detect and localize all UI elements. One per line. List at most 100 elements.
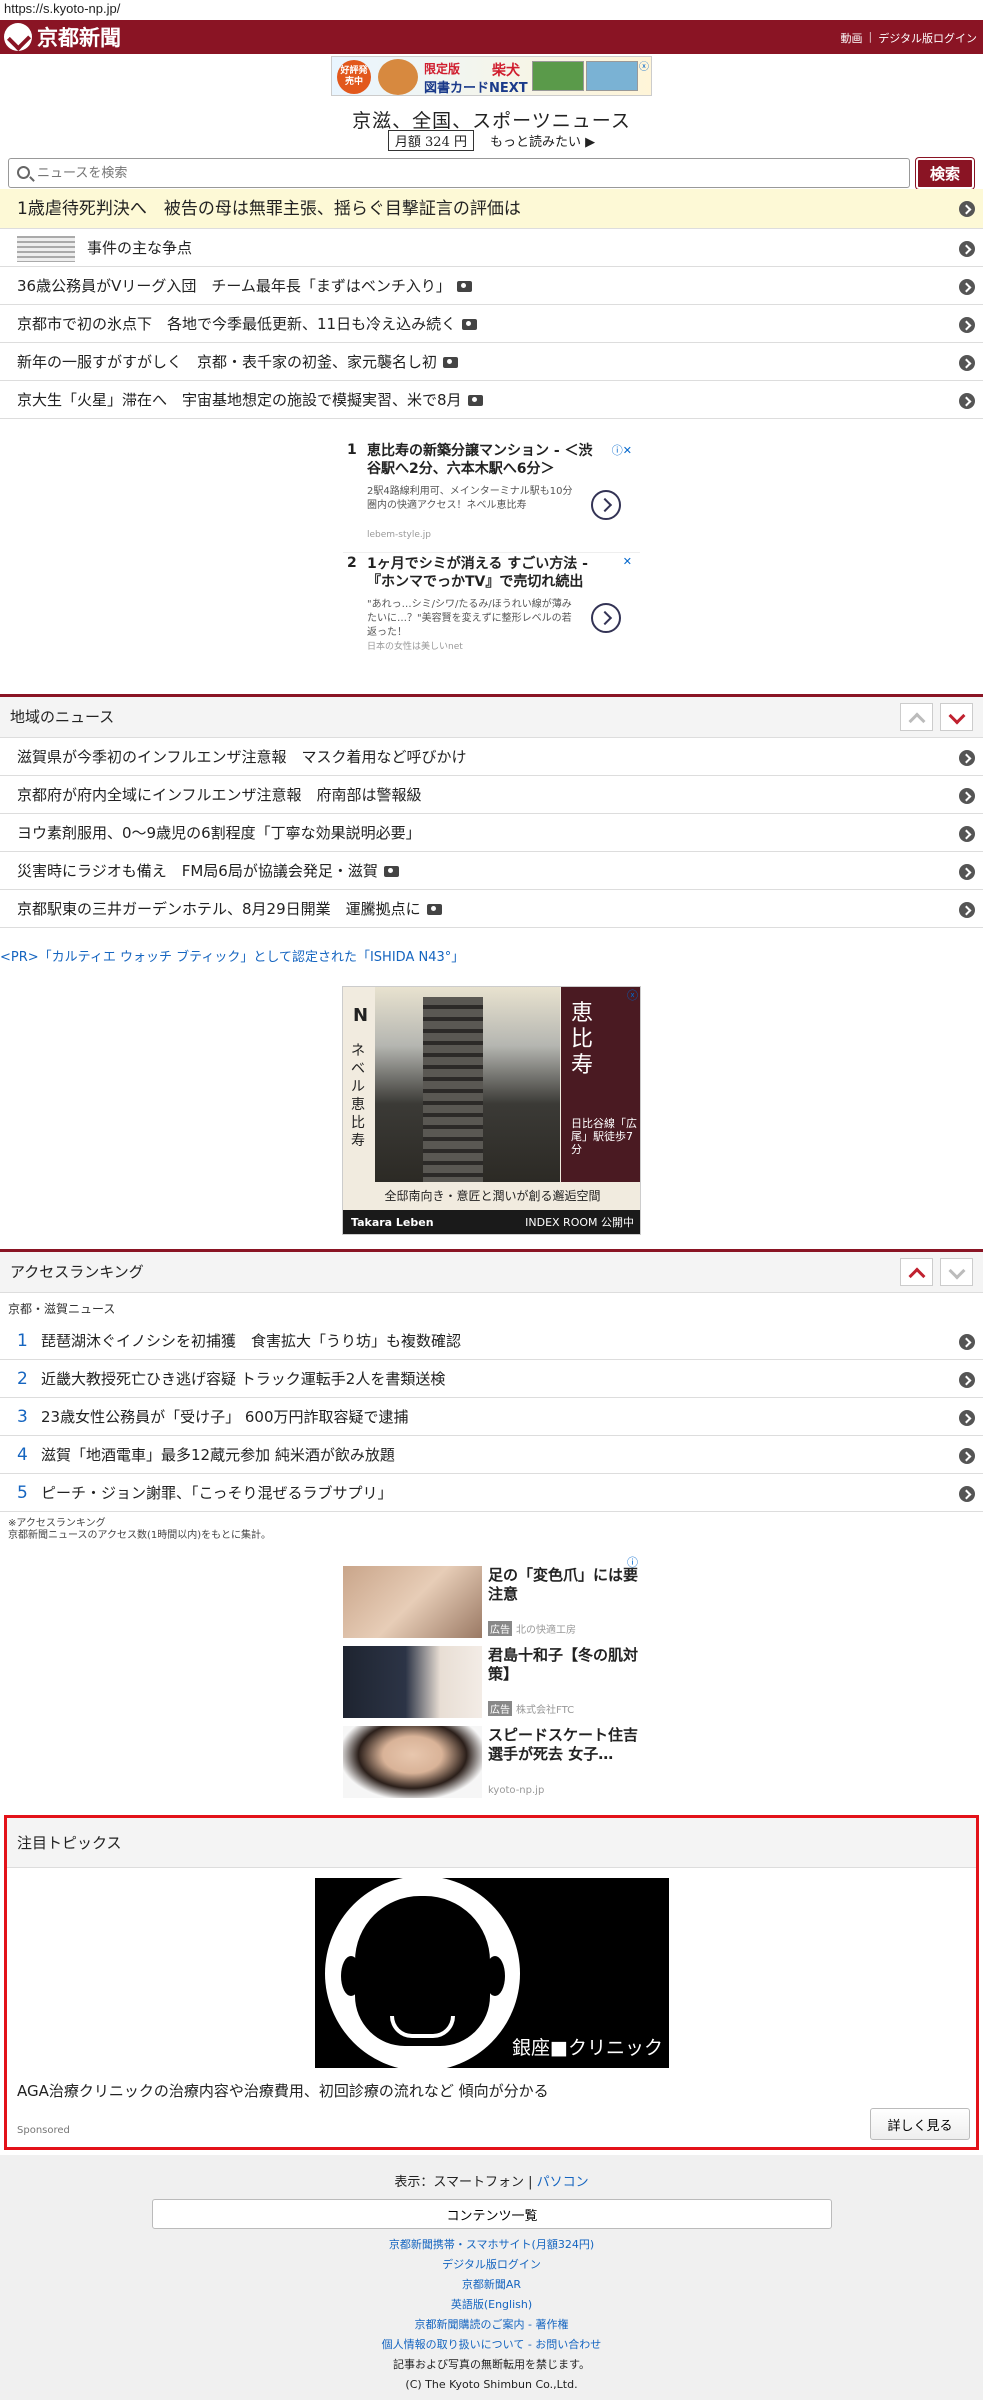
separator: | [528,2175,533,2190]
text-ad[interactable]: ⓘ✕ 1 恵比寿の新築分譲マンション - ＜渋谷駅へ2分、六本木駅へ6分＞ 2駅… [343,440,640,552]
chevron-right-icon [959,201,975,217]
ad-card-image-1 [532,61,584,91]
news-text: 災害時にラジオも備え FM局6局が協議会発足・滋賀 [17,862,378,880]
subscription-link[interactable]: 京都新聞購読のご案内 - 著作権 [415,2318,569,2331]
source-text: 株式会社FTC [516,1705,575,1716]
digital-login-link[interactable]: デジタル版ログイン [878,30,977,46]
regional-section-header: 地域のニュース [0,694,983,738]
ad-title: 恵比寿の新築分譲マンション - ＜渋谷駅へ2分、六本木駅へ6分＞ [367,443,593,477]
privacy-link[interactable]: 個人情報の取り扱いについて - お問い合わせ [382,2338,602,2351]
chevron-down-icon[interactable] [940,703,973,731]
details-button[interactable]: 詳しく見る [870,2108,970,2140]
ad-source: lebem-style.jp [367,530,431,540]
site-logo[interactable]: 京都新聞 [4,23,121,51]
display-ad[interactable]: N ネベル恵比寿 恵比寿 日比谷線「広尾」駅徒歩7分 全邸南向き・意匠と潤いが創… [342,986,641,1235]
english-link[interactable]: 英語版(English) [451,2298,532,2311]
display-label: 表示： [394,2175,434,2190]
ad-source: 日本の女性は美しいnet [367,642,463,652]
headline-item[interactable]: 36歳公務員がVリーグ入団 チーム最年長「まずはベンチ入り」 [0,267,983,305]
ranking-subheading: 京都・滋賀ニュース [8,1302,116,1316]
native-ad[interactable]: 足の「変色爪」には要注意 広告 北の快適工房 [343,1566,640,1646]
chevron-right-icon[interactable] [591,490,621,520]
news-text: ヨウ素剤服用、0〜9歳児の6割程度「丁寧な効果説明必要」 [17,824,421,842]
rank-number: 2 [17,1369,28,1389]
ad-label-limited: 限定版 [424,62,461,76]
copyright-text: (C) The Kyoto Shimbun Co.,Ltd. [405,2378,578,2391]
text-ad-box: ⓘ✕ 1 恵比寿の新築分譲マンション - ＜渋谷駅へ2分、六本木駅へ6分＞ 2駅… [343,440,640,664]
headline-item[interactable]: 1歳虐待死判決へ 被告の母は無罪主張、揺らぐ目撃証言の評価は [0,189,983,229]
regional-news-item[interactable]: 京都駅東の三井ガーデンホテル、8月29日開業 運騰拠点に [0,890,983,928]
rank-number: 1 [17,1331,28,1351]
news-text: 京都府が府内全域にインフルエンザ注意報 府南部は警報級 [17,786,422,804]
pr-link[interactable]: <PR>「カルティエ ウォッチ ブティック」として認定された「ISHIDA N4… [0,946,464,965]
ad-close-icon[interactable]: ⓧ [639,58,649,73]
ranking-item[interactable]: 3 23歳女性公務員が「受け子」 600万円詐取容疑で逮捕 [0,1398,983,1436]
headline-item[interactable]: 京都市で初の氷点下 各地で今季最低更新、11日も冷え込み続く [0,305,983,343]
native-ad[interactable]: スピードスケート住吉選手が死去 女子… kyoto-np.jp [343,1726,640,1806]
price-row: 月額 324 円 もっと読みたい ▶ [0,130,983,151]
ad-brand: Takara Leben [351,1216,434,1229]
mobile-site-link[interactable]: 京都新聞携帯・スマホサイト(月額324円) [389,2238,594,2251]
top-ad-banner[interactable]: 好評発売中 限定版 柴犬 図書カードNEXT ⓧ [331,56,652,96]
face-image [343,1726,482,1798]
camera-icon [467,395,483,406]
ad-logo: N [353,1005,369,1026]
source-text: kyoto-np.jp [488,1785,545,1796]
ad-place: 恵比寿 [571,1001,594,1078]
rank-number: 3 [17,1407,28,1427]
ad-cta: INDEX ROOM 公開中 [525,1216,634,1229]
video-link[interactable]: 動画 [841,30,863,46]
read-more-link[interactable]: もっと読みたい ▶ [490,131,595,150]
pc-mode-link[interactable]: パソコン [537,2175,589,2190]
search-button[interactable]: 検索 [916,158,974,189]
headline-text: 36歳公務員がVリーグ入団 チーム最年長「まずはベンチ入り」 [17,277,451,295]
headline-item[interactable]: 新年の一服すがすがしく 京都・表千家の初釜、家元襲名し初 [0,343,983,381]
ad-body: 2駅4路線利用可、メインターミナル駅も10分圏内の快適アクセス！ネベル恵比寿 [367,486,573,511]
native-ad[interactable]: 君島十和子【冬の肌対策】 広告 株式会社FTC [343,1646,640,1726]
ranking-item[interactable]: 4 滋賀「地酒電車」最多12蔵元参加 純米酒が飲み放題 [0,1436,983,1474]
chevron-right-icon [959,241,975,257]
logo-text: 京都新聞 [37,26,121,50]
ranking-text: 滋賀「地酒電車」最多12蔵元参加 純米酒が飲み放題 [41,1446,395,1464]
url-text: https://s.kyoto-np.jp/ [0,0,983,20]
ad-number: 1 [347,442,357,458]
regional-news-item[interactable]: 災害時にラジオも備え FM局6局が協議会発足・滋賀 [0,852,983,890]
search-input[interactable] [37,165,887,180]
ranking-item[interactable]: 5 ピーチ・ジョン謝罪、「こっそり混ぜるラブサプリ」 [0,1474,983,1512]
topics-description[interactable]: AGA治療クリニックの治療内容や治療費用、初回診療の流れなど 傾向が分かる [17,2080,549,2101]
clinic-logo-icon [325,1876,520,2071]
ranking-item[interactable]: 1 琵琶湖沐ぐイノシシを初捕獲 食害拡大「うり坊」も複数確認 [0,1322,983,1360]
ad-access: 日比谷線「広尾」駅徒歩7分 [571,1117,637,1156]
ad-close-icon[interactable]: ⓧ [627,987,638,1003]
section-title: アクセスランキング [10,1263,144,1281]
chevron-right-icon [959,355,975,371]
contents-list-button[interactable]: コンテンツ一覧 [152,2199,832,2229]
ad-label-card: 図書カードNEXT [424,81,528,96]
topics-image[interactable]: 銀座■クリニック [315,1876,669,2071]
chevron-right-icon[interactable] [591,603,621,633]
ad-side-panel: 恵比寿 日比谷線「広尾」駅徒歩7分 [561,987,640,1182]
native-ad-title: 君島十和子【冬の肌対策】 [488,1646,639,1683]
text-ad[interactable]: ✕ 2 1ヶ月でシミが消える すごい方法 - 『ホンマでっかTV』で売切れ続出 … [343,552,640,664]
headline-item[interactable]: 事件の主な争点 [0,229,983,267]
ad-badge: 広告 [488,1621,512,1636]
headline-list: 1歳虐待死判決へ 被告の母は無罪主張、揺らぐ目撃証言の評価は 事件の主な争点 3… [0,189,983,419]
ad-info-icon[interactable]: ✕ [623,555,632,568]
digital-login-link[interactable]: デジタル版ログイン [442,2258,541,2271]
chevron-up-icon[interactable] [900,703,933,731]
headline-item[interactable]: 京大生「火星」滞在へ 宇宙基地想定の施設で模擬実習、米で8月 [0,381,983,419]
search-input-box[interactable] [8,158,910,188]
ranking-text: ピーチ・ジョン謝罪、「こっそり混ぜるラブサプリ」 [41,1484,393,1502]
ar-link[interactable]: 京都新聞AR [462,2278,521,2291]
ad-title: 1ヶ月でシミが消える すごい方法 - 『ホンマでっかTV』で売切れ続出 [367,556,588,590]
chevron-up-icon[interactable] [900,1258,933,1286]
chevron-right-icon [959,1372,975,1388]
regional-news-item[interactable]: ヨウ素剤服用、0〜9歳児の6割程度「丁寧な効果説明必要」 [0,814,983,852]
ad-info-icon[interactable]: ⓘ✕ [612,442,632,458]
regional-news-item[interactable]: 滋賀県が今季初のインフルエンザ注意報 マスク着用など呼びかけ [0,738,983,776]
chevron-down-icon[interactable] [940,1258,973,1286]
rights-text: 記事および写真の無断転用を禁じます。 [393,2358,590,2371]
chevron-right-icon [959,1334,975,1350]
ranking-item[interactable]: 2 近畿大教授死亡ひき逃げ容疑 トラック運転手2人を書類送検 [0,1360,983,1398]
regional-news-item[interactable]: 京都府が府内全域にインフルエンザ注意報 府南部は警報級 [0,776,983,814]
